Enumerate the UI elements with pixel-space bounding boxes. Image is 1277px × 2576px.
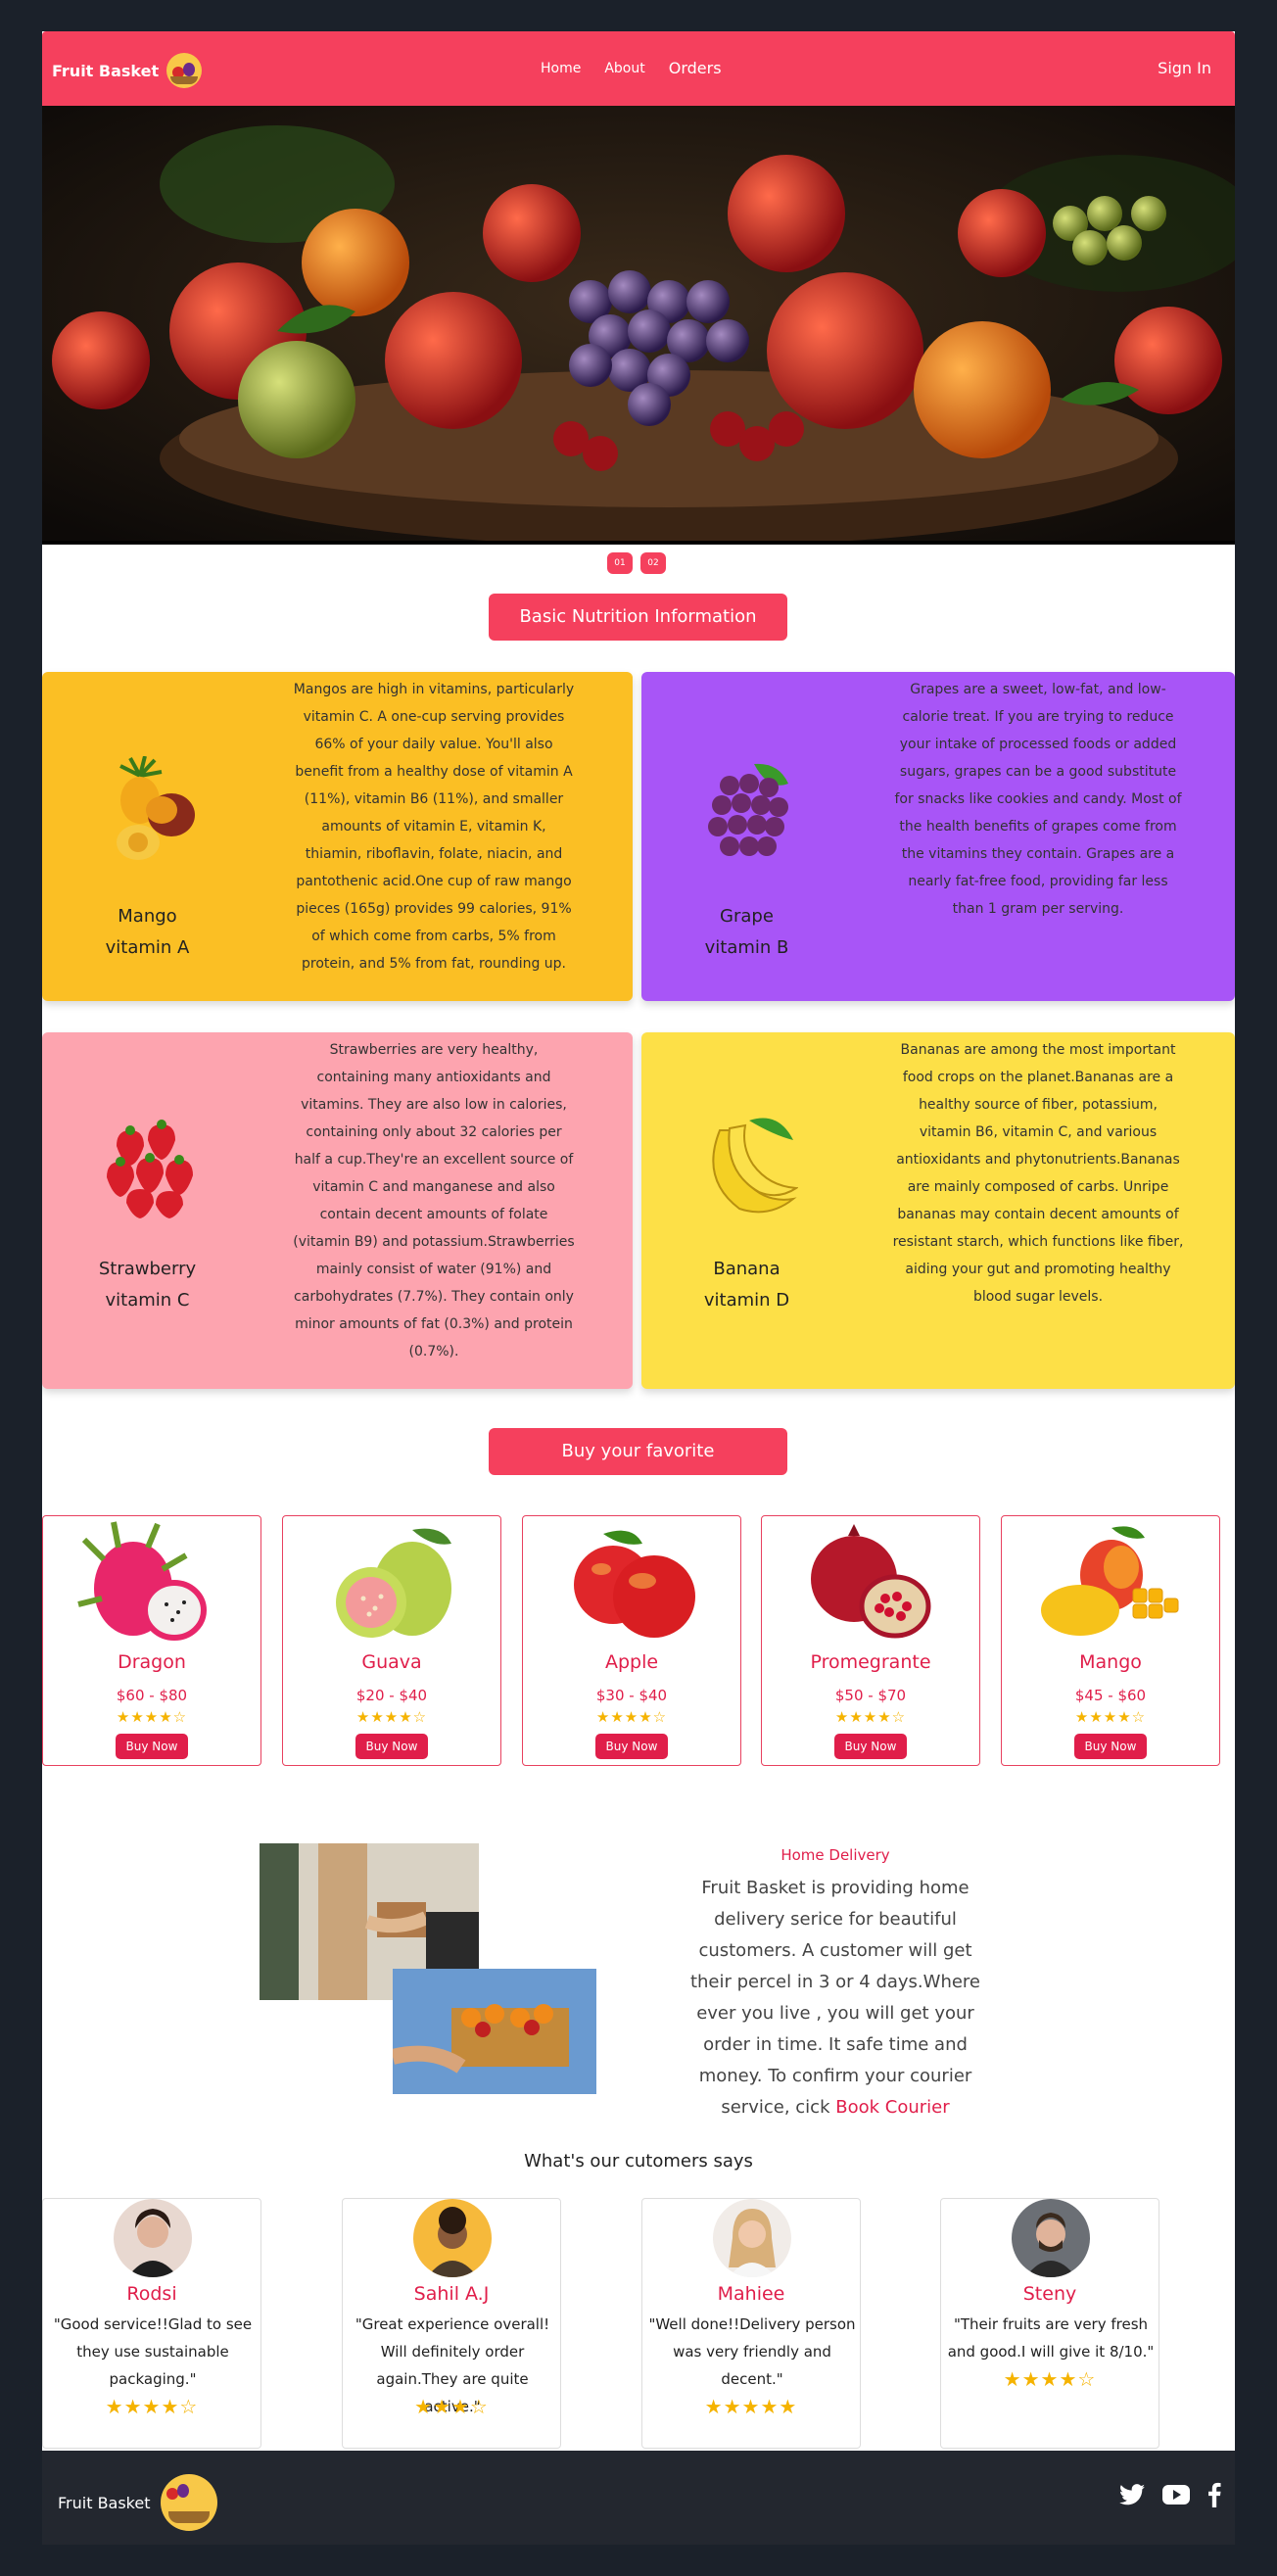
review-rating-stars: ★★★☆ — [414, 2395, 489, 2418]
product-name: Guava — [361, 1651, 422, 1673]
social-links — [1119, 2482, 1221, 2507]
brand[interactable]: Fruit Basket — [52, 53, 203, 88]
reviews-heading: What's our cutomers says — [524, 2151, 753, 2171]
delivery-box-image — [393, 1969, 596, 2094]
hero-carousel-image — [42, 106, 1235, 545]
navbar: Fruit Basket Home About Orders Sign In — [42, 31, 1235, 106]
fruit-basket-logo-icon — [166, 53, 203, 88]
footer: Fruit Basket — [42, 2451, 1235, 2545]
banana-image — [712, 1118, 798, 1214]
strawberry-name: Strawberry — [98, 1259, 197, 1279]
fruit-basket-logo-icon — [160, 2474, 217, 2531]
grape-vitamin: vitamin B — [704, 937, 789, 958]
banana-name: Banana — [713, 1259, 780, 1279]
brand-name: Fruit Basket — [52, 61, 160, 80]
buy-now-button[interactable]: Buy Now — [355, 1734, 428, 1759]
avatar — [413, 2199, 492, 2277]
reviewer-name: Sahil A.J — [413, 2283, 490, 2305]
nutrition-card-mango: Mango vitamin A Mangos are high in vitam… — [42, 672, 633, 1001]
review-card: Rodsi "Good service!!Glad to see they us… — [42, 2198, 261, 2449]
product-price: $60 - $80 — [116, 1687, 188, 1704]
page: Fruit Basket Home About Orders Sign In 0… — [42, 31, 1235, 2545]
apple-image — [574, 1530, 695, 1638]
reviewer-name: Mahiee — [717, 2283, 785, 2305]
strawberry-description: Strawberries are very healthy, containin… — [293, 1042, 575, 1360]
delivery-body: Fruit Basket is providing home delivery … — [689, 1878, 981, 2118]
book-courier-link[interactable]: Book Courier — [835, 2097, 949, 2118]
reviewer-name: Rodsi — [126, 2283, 177, 2305]
product-name: Mango — [1079, 1651, 1142, 1673]
mango-name: Mango — [118, 906, 177, 927]
product-rating-stars: ★★★★☆ — [1074, 1708, 1147, 1726]
avatar — [114, 2199, 192, 2277]
product-price: $30 - $40 — [595, 1687, 668, 1704]
buy-now-button[interactable]: Buy Now — [1074, 1734, 1147, 1759]
product-card-mango: Mango $45 - $60 ★★★★☆ Buy Now — [1001, 1515, 1220, 1766]
review-quote: "Well done!!Delivery person was very fri… — [648, 2315, 856, 2388]
facebook-icon[interactable] — [1207, 2482, 1221, 2507]
product-price: $50 - $70 — [834, 1687, 907, 1704]
footer-brand-name: Fruit Basket — [58, 2493, 151, 2512]
buy-now-button[interactable]: Buy Now — [834, 1734, 907, 1759]
footer-brand[interactable]: Fruit Basket — [58, 2474, 217, 2531]
mango-product-image — [1041, 1526, 1179, 1636]
review-rating-stars: ★★★★☆ — [105, 2395, 199, 2418]
review-quote: "Their fruits are very fresh and good.I … — [947, 2315, 1155, 2361]
review-rating-stars: ★★★★☆ — [1003, 2367, 1097, 2391]
buy-now-button[interactable]: Buy Now — [595, 1734, 668, 1759]
buy-favorite-heading-button[interactable]: Buy your favorite — [489, 1428, 787, 1475]
product-rating-stars: ★★★★☆ — [116, 1708, 188, 1726]
nav-orders-link[interactable]: Orders — [669, 59, 722, 77]
product-card-apple: Apple $30 - $40 ★★★★☆ Buy Now — [522, 1515, 741, 1766]
nutrition-card-grape: Grape vitamin B Grapes are a sweet, low-… — [641, 672, 1235, 1001]
review-card: Sahil A.J "Great experience overall! Wil… — [342, 2198, 561, 2449]
grape-image — [708, 763, 788, 856]
product-rating-stars: ★★★★☆ — [355, 1708, 428, 1726]
product-card-guava: Guava $20 - $40 ★★★★☆ Buy Now — [282, 1515, 501, 1766]
product-price: $45 - $60 — [1074, 1687, 1147, 1704]
mango-vitamin: vitamin A — [105, 937, 190, 958]
product-name: Promegrante — [810, 1651, 931, 1673]
banana-vitamin: vitamin D — [703, 1290, 790, 1311]
avatar — [1012, 2199, 1090, 2277]
product-price: $20 - $40 — [355, 1687, 428, 1704]
product-name: Dragon — [118, 1651, 186, 1673]
review-card: Mahiee "Well done!!Delivery person was v… — [641, 2198, 861, 2449]
grape-description: Grapes are a sweet, low-fat, and low-cal… — [894, 682, 1182, 917]
nutrition-card-banana: Banana vitamin D Bananas are among the m… — [641, 1032, 1235, 1389]
review-rating-stars: ★★★★★ — [704, 2395, 798, 2418]
carousel-indicators: 01 02 — [607, 552, 666, 574]
buy-now-button[interactable]: Buy Now — [116, 1734, 188, 1759]
review-card: Steny "Their fruits are very fresh and g… — [940, 2198, 1159, 2449]
sign-in-link[interactable]: Sign In — [1158, 59, 1211, 77]
nav-links: Home About Orders — [541, 59, 722, 77]
twitter-icon[interactable] — [1119, 2484, 1145, 2505]
product-rating-stars: ★★★★☆ — [834, 1708, 907, 1726]
nutrition-heading-button[interactable]: Basic Nutrition Information — [489, 594, 787, 641]
avatar — [713, 2199, 791, 2277]
youtube-icon[interactable] — [1162, 2484, 1190, 2505]
pomegranate-image — [811, 1524, 931, 1639]
product-name: Apple — [604, 1651, 659, 1673]
guava-image — [336, 1528, 451, 1638]
delivery-heading: Home Delivery — [780, 1846, 890, 1864]
nutrition-card-strawberry: Strawberry vitamin C Strawberries are ve… — [42, 1032, 633, 1389]
mango-description: Mangos are high in vitamins, particularl… — [293, 682, 575, 972]
dragon-fruit-image — [77, 1521, 207, 1641]
product-card-dragon: Dragon $60 - $80 ★★★★☆ Buy Now — [42, 1515, 261, 1766]
reviewer-name: Steny — [1022, 2283, 1077, 2305]
carousel-indicator-2[interactable]: 02 — [640, 552, 666, 574]
product-card-pomegranate: Promegrante $50 - $70 ★★★★☆ Buy Now — [761, 1515, 980, 1766]
carousel-indicator-1[interactable]: 01 — [607, 552, 633, 574]
nav-about-link[interactable]: About — [604, 61, 644, 76]
product-rating-stars: ★★★★☆ — [595, 1708, 668, 1726]
mango-image — [117, 756, 195, 860]
grape-name: Grape — [720, 906, 774, 927]
nav-home-link[interactable]: Home — [541, 61, 581, 76]
strawberry-image — [107, 1120, 193, 1218]
delivery-text: Fruit Basket is providing home delivery … — [679, 1873, 992, 2123]
review-quote: "Good service!!Glad to see they use sust… — [53, 2315, 253, 2388]
strawberry-vitamin: vitamin C — [105, 1290, 190, 1311]
banana-description: Bananas are among the most important foo… — [892, 1042, 1184, 1305]
